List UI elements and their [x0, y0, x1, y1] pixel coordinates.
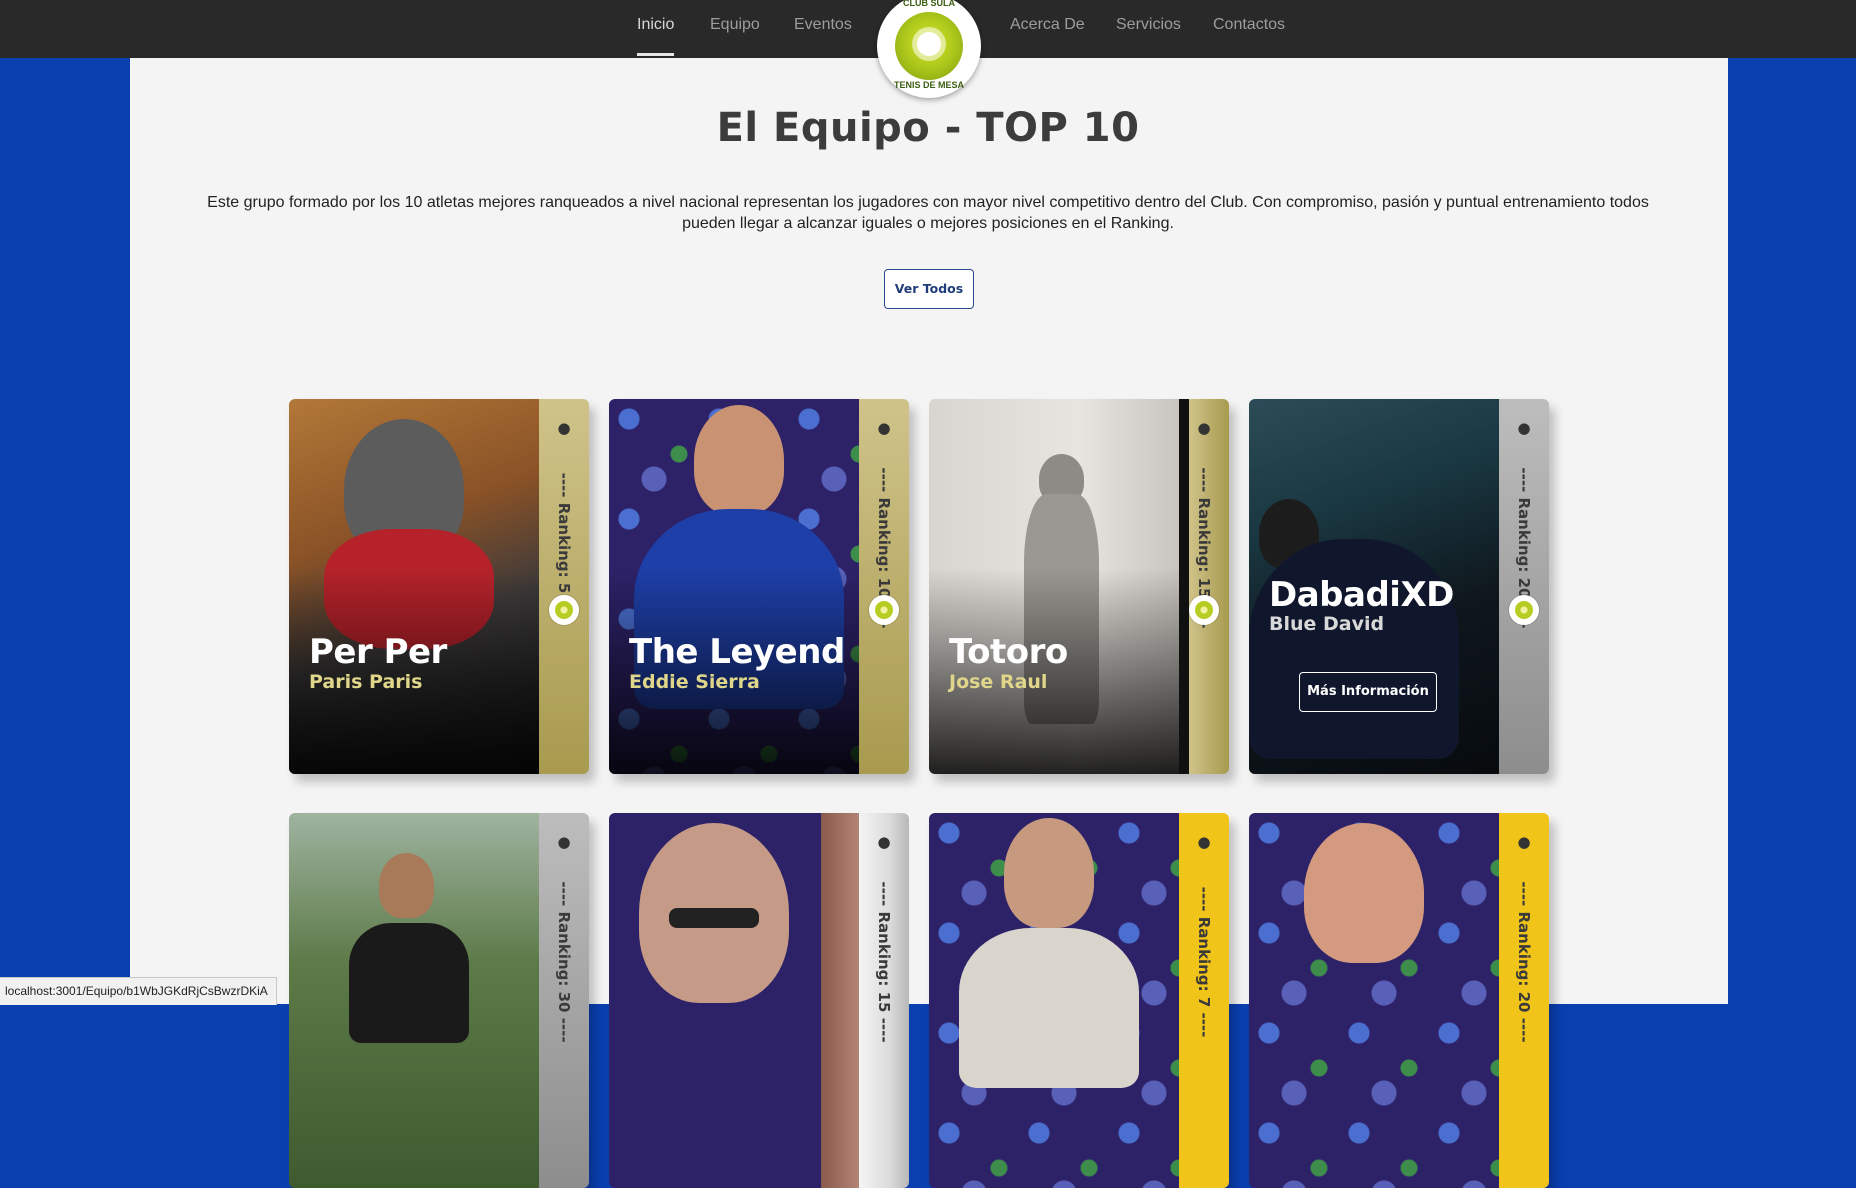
- paddle-icon: ●: [877, 419, 891, 437]
- player-card-row2-3[interactable]: ● ---- Ranking: 7 ----: [929, 813, 1229, 1188]
- player-nickname: Totoro: [949, 632, 1068, 672]
- nav-eventos[interactable]: Eventos: [794, 0, 852, 58]
- player-card-dabadixd[interactable]: DabadiXD Blue David Más Información ● --…: [1249, 399, 1549, 774]
- player-nickname: The Leyend: [629, 632, 845, 672]
- player-card-per-per[interactable]: Per Per Paris Paris ● ---- Ranking: 5 --…: [289, 399, 589, 774]
- player-card-the-leyend[interactable]: The Leyend Eddie Sierra ● ---- Ranking: …: [609, 399, 909, 774]
- ranking-label: ---- Ranking: 15 ----: [875, 881, 893, 1043]
- player-photo: [929, 813, 1179, 1188]
- paddle-icon: ●: [1197, 833, 1211, 851]
- browser-status-url: localhost:3001/Equipo/b1WbJGKdRjCsBwzrDK…: [0, 977, 277, 1005]
- ranking-label: ---- Ranking: 20 ----: [1515, 881, 1533, 1043]
- ranking-strip: ● ---- Ranking: 7 ----: [1179, 813, 1229, 1188]
- flower-icon: [917, 32, 941, 56]
- nav-acerca-de[interactable]: Acerca De: [1010, 0, 1085, 58]
- ranking-strip: ● ---- Ranking: 15 ----: [1179, 399, 1229, 774]
- nav-contactos[interactable]: Contactos: [1213, 0, 1285, 58]
- mas-informacion-button[interactable]: Más Información: [1299, 672, 1437, 712]
- nav-equipo[interactable]: Equipo: [710, 0, 760, 58]
- ranking-strip: ● ---- Ranking: 20 ----: [1499, 813, 1549, 1188]
- paddle-icon: ●: [1517, 833, 1531, 851]
- page-title: El Equipo - TOP 10: [716, 105, 1140, 151]
- paddle-icon: ●: [557, 833, 571, 851]
- player-card-totoro[interactable]: Totoro Jose Raul ● ---- Ranking: 15 ----: [929, 399, 1229, 774]
- player-photo: [609, 813, 821, 1188]
- paddle-icon: ●: [1517, 419, 1531, 437]
- player-fullname: Jose Raul: [949, 671, 1048, 693]
- club-badge-icon: [1189, 595, 1219, 625]
- team-description: Este grupo formado por los 10 atletas me…: [207, 194, 1649, 232]
- player-card-row2-2[interactable]: ● ---- Ranking: 15 ----: [609, 813, 909, 1188]
- ranking-label: ---- Ranking: 7 ----: [1195, 886, 1213, 1038]
- club-logo[interactable]: CLUB SULA TENIS DE MESA: [877, 0, 981, 98]
- paddle-icon: ●: [1197, 419, 1211, 437]
- paddle-icon: ●: [557, 419, 571, 437]
- ranking-strip: ● ---- Ranking: 15 ----: [859, 813, 909, 1188]
- player-fullname: Blue David: [1269, 613, 1385, 635]
- logo-text-top: CLUB SULA: [903, 0, 955, 8]
- ranking-strip: ● ---- Ranking: 5 ----: [539, 399, 589, 774]
- club-badge-icon: [869, 595, 899, 625]
- player-fullname: Paris Paris: [309, 671, 423, 693]
- player-photo: [289, 813, 539, 1188]
- club-badge-icon: [549, 595, 579, 625]
- player-card-row2-4[interactable]: ● ---- Ranking: 20 ----: [1249, 813, 1549, 1188]
- paddle-icon: ●: [877, 833, 891, 851]
- logo-emblem: [895, 12, 963, 80]
- player-nickname: DabadiXD: [1269, 575, 1454, 615]
- club-badge-icon: [1509, 595, 1539, 625]
- ranking-label: ---- Ranking: 30 ----: [555, 881, 573, 1043]
- logo-text-bottom: TENIS DE MESA: [893, 80, 964, 90]
- nav-servicios[interactable]: Servicios: [1116, 0, 1181, 58]
- ver-todos-button[interactable]: Ver Todos: [884, 269, 974, 309]
- player-photo: [1249, 813, 1499, 1188]
- player-fullname: Eddie Sierra: [629, 671, 760, 693]
- ranking-strip: ● ---- Ranking: 10 ----: [859, 399, 909, 774]
- nav-inicio[interactable]: Inicio: [637, 0, 675, 58]
- player-card-row2-1[interactable]: ● ---- Ranking: 30 ----: [289, 813, 589, 1188]
- ranking-strip: ● ---- Ranking: 20 ----: [1499, 399, 1549, 774]
- player-nickname: Per Per: [309, 632, 447, 672]
- ranking-strip: ● ---- Ranking: 30 ----: [539, 813, 589, 1188]
